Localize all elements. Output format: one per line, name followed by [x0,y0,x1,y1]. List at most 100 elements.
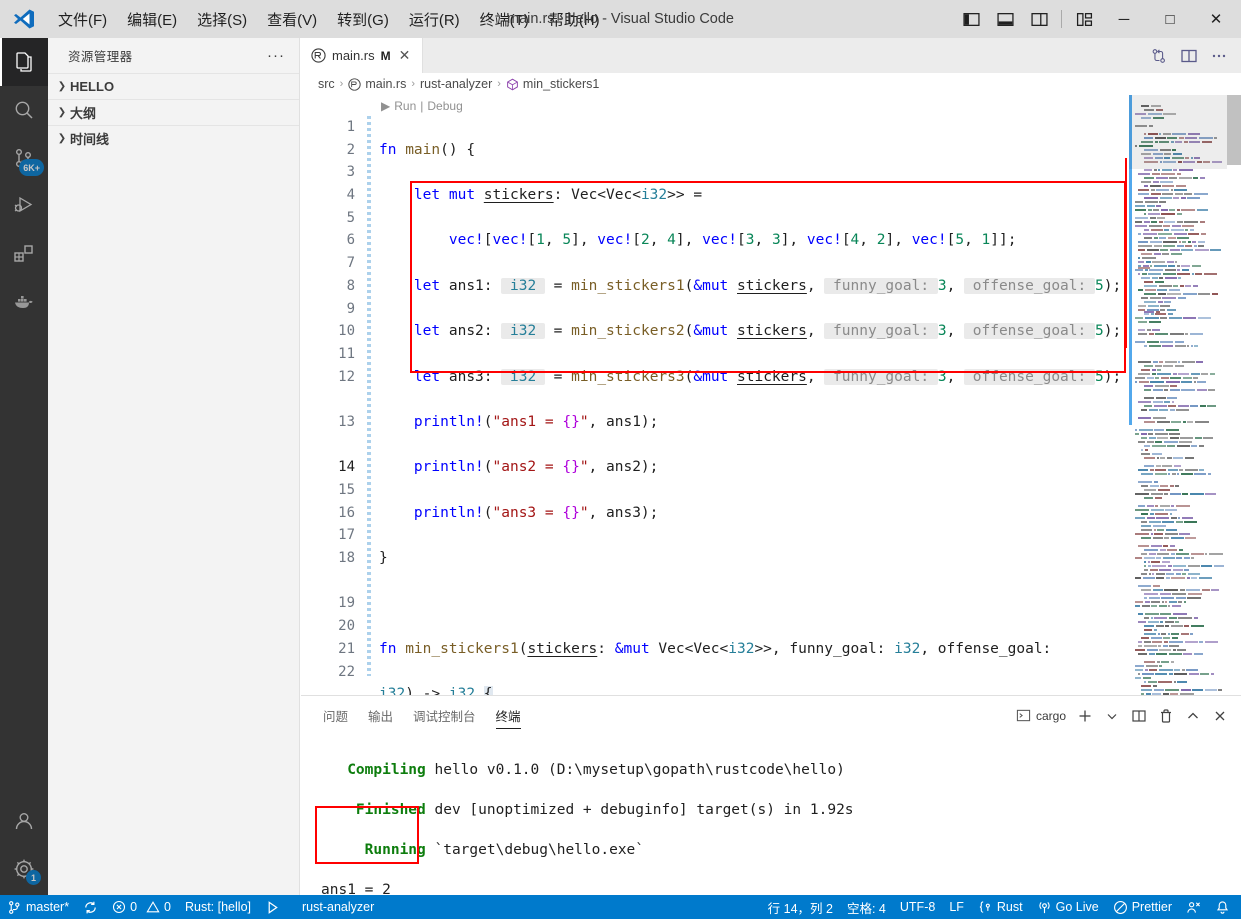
menu-bar[interactable]: 文件(F) 编辑(E) 选择(S) 查看(V) 转到(G) 运行(R) 终端(T… [48,0,610,38]
status-indentation[interactable]: 空格: 4 [840,895,893,919]
menu-file[interactable]: 文件(F) [48,0,117,38]
minimap-line [1135,581,1227,591]
breadcrumb-item-rust-analyzer[interactable]: rust-analyzer [420,77,492,91]
status-rust-target[interactable]: Rust: [hello] [178,895,258,919]
terminal-dropdown-icon[interactable] [1099,703,1125,729]
toggle-secondary-sidebar-icon[interactable] [1022,0,1056,38]
editor-tab-main-rs[interactable]: main.rs M ✕ [301,38,424,73]
panel-tab-problems[interactable]: 问题 [313,696,358,735]
open-changes-icon[interactable] [1145,41,1173,71]
kill-terminal-icon[interactable] [1153,703,1179,729]
editor-scrollbar-thumb[interactable] [1227,95,1241,165]
explorer-section-outline[interactable]: ❯ 大纲 [48,99,299,125]
panel-tab-terminal[interactable]: 终端 [486,696,531,735]
code-line-4: let ans1: i32 = min_stickers1(&mut stick… [413,277,1122,294]
new-terminal-icon[interactable] [1072,703,1098,729]
sidebar-more-actions-icon[interactable]: ··· [261,47,291,64]
activitybar-item-extensions[interactable] [0,230,48,278]
activitybar-item-settings[interactable]: 1 [0,845,48,893]
menu-view[interactable]: 查看(V) [257,0,327,38]
explorer-sidebar: 资源管理器 ··· ❯ HELLO ❯ 大纲 ❯ 时间线 [48,38,300,895]
code-content[interactable]: fn main() { let mut stickers: Vec<Vec<i3… [379,116,1121,695]
status-branch[interactable]: master* [0,895,76,919]
maximize-panel-icon[interactable] [1180,703,1206,729]
activitybar-item-explorer[interactable] [0,38,48,86]
status-sync[interactable] [76,895,105,919]
panel-tab-debug-console[interactable]: 调试控制台 [403,696,486,735]
breadcrumb-item-min-stickers1[interactable]: min_stickers1 [506,77,599,91]
symbol-function-icon [506,78,519,91]
status-language-mode-label: Rust [996,900,1023,914]
split-editor-icon[interactable] [1175,41,1203,71]
terminal-selector[interactable]: cargo [1011,703,1071,729]
editor-tab-close-icon[interactable]: ✕ [397,47,413,64]
status-prettier[interactable]: Prettier [1106,895,1179,919]
breadcrumb-item-src[interactable]: src [318,77,335,91]
status-eol[interactable]: LF [942,895,971,919]
menu-terminal[interactable]: 终端(T) [470,0,539,38]
activitybar-item-run-and-debug[interactable] [0,182,48,230]
breadcrumb-item-main-rs[interactable]: main.rs [348,77,406,91]
codelens-play-icon[interactable]: ▶ [381,99,390,113]
status-rust-analyzer[interactable]: rust-analyzer [295,895,381,919]
status-language-mode[interactable]: Rust [971,895,1030,919]
activitybar-item-search[interactable] [0,86,48,134]
codelens-run-debug: ▶ Run | Debug [381,95,463,116]
status-problems[interactable]: 0 0 [105,895,178,919]
activitybar-item-docker[interactable] [0,278,48,326]
status-notifications[interactable] [1208,895,1237,919]
more-actions-icon[interactable] [1205,41,1233,71]
menu-help[interactable]: 帮助(H) [539,0,610,38]
vscode-logo-icon [0,0,48,38]
panel-tab-bar: 问题 输出 调试控制台 终端 cargo [301,696,1241,735]
status-encoding[interactable]: UTF-8 [893,895,942,919]
explorer-section-outline-label: 大纲 [70,106,97,121]
menu-go[interactable]: 转到(G) [327,0,399,38]
window-maximize-button[interactable]: □ [1147,0,1193,38]
line-number: 10 [338,323,355,340]
codelens-run-link[interactable]: Run [394,99,416,113]
window-minimize-button[interactable]: ─ [1101,0,1147,38]
status-run-code[interactable] [258,895,287,919]
activitybar-bottom: 1 [0,797,48,895]
codelens-debug-link[interactable]: Debug [427,99,462,113]
status-go-live[interactable]: Go Live [1030,895,1106,919]
editor-vertical-scrollbar[interactable] [1227,95,1241,695]
minimap-slider[interactable] [1129,95,1227,169]
activitybar-item-accounts[interactable] [0,797,48,845]
terminal-line-text: dev [unoptimized + debuginfo] target(s) … [425,802,854,818]
editor-minimap[interactable] [1129,95,1227,695]
menu-edit[interactable]: 编辑(E) [117,0,187,38]
minimap-line [1135,477,1227,487]
editor-group: main.rs M ✕ src › main.rs › rust-analyze… [301,38,1241,695]
terminal-output[interactable]: Compiling hello v0.1.0 (D:\mysetup\gopat… [301,735,1241,896]
titlebar-actions[interactable]: ─ □ ✕ [954,0,1241,38]
editor-tab-dirty-marker: M [380,48,391,63]
toggle-primary-sidebar-icon[interactable] [954,0,988,38]
status-cursor-position[interactable]: 行 14，列 2 [761,895,840,919]
line-number: 9 [346,300,355,317]
window-close-button[interactable]: ✕ [1193,0,1239,38]
close-panel-icon[interactable] [1207,703,1233,729]
line-number: 7 [346,255,355,272]
activitybar-item-source-control[interactable]: 6K+ [0,134,48,182]
title-bar: 文件(F) 编辑(E) 选择(S) 查看(V) 转到(G) 运行(R) 终端(T… [0,0,1241,38]
explorer-section-hello[interactable]: ❯ HELLO [48,73,299,99]
explorer-section-timeline[interactable]: ❯ 时间线 [48,125,299,151]
line-number: 16 [338,504,355,521]
chevron-right-icon: ❯ [57,107,67,118]
line-number: 13 [338,413,355,430]
menu-selection[interactable]: 选择(S) [187,0,257,38]
status-remote-explorer[interactable] [1179,895,1208,919]
line-number: 12 [338,368,355,385]
menu-run[interactable]: 运行(R) [399,0,470,38]
split-terminal-icon[interactable] [1126,703,1152,729]
toggle-panel-icon[interactable] [988,0,1022,38]
line-number: 21 [338,640,355,657]
customize-layout-icon[interactable] [1067,0,1101,38]
code-editor[interactable]: ▶ Run | Debug 1 2 3 4 5 6 7 8 9 10 11 12… [301,95,1241,695]
minimap-line [1135,609,1227,619]
panel-tab-output[interactable]: 输出 [358,696,403,735]
rust-file-icon [348,77,362,91]
terminal-line: Compiling hello v0.1.0 (D:\mysetup\gopat… [321,760,1241,780]
